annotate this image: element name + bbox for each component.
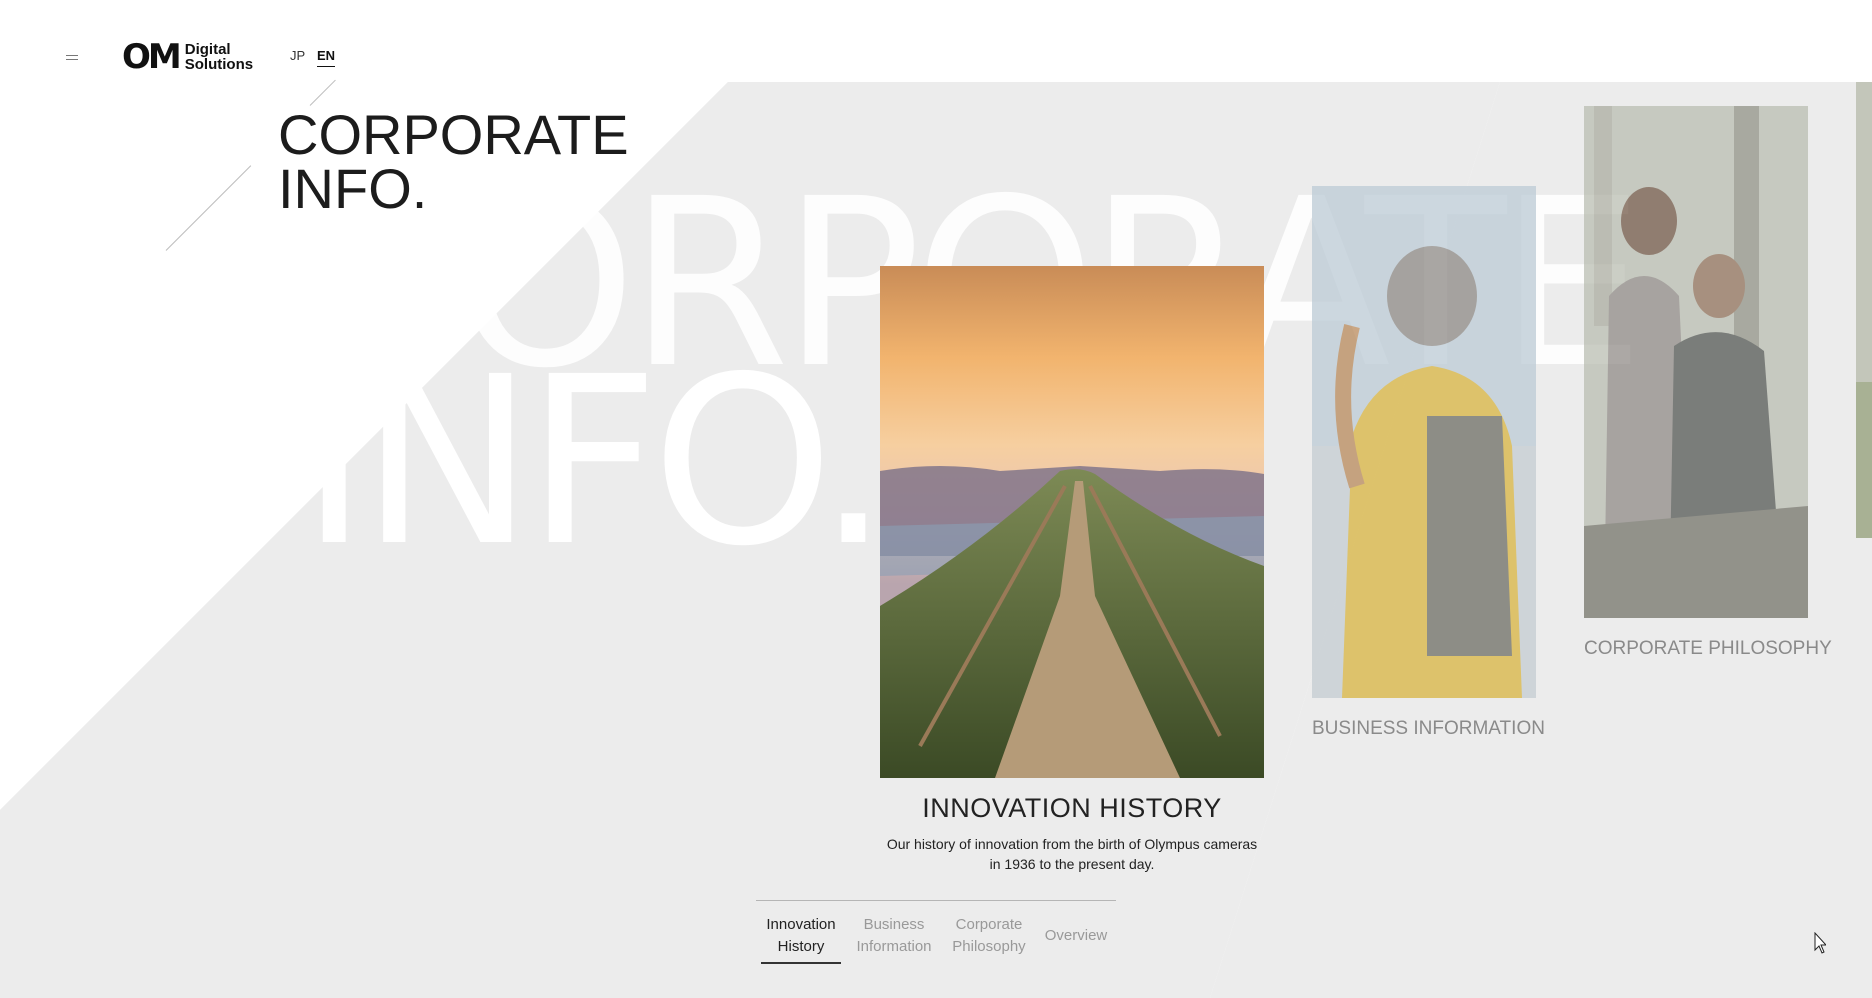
company-logo[interactable]: OM Digital Solutions <box>122 40 253 74</box>
logo-mark: OM <box>122 37 182 77</box>
watermark-text-line2: INFO. <box>300 327 890 597</box>
tab-label-line1: Corporate <box>955 916 1023 933</box>
tab-label-line1: Innovation <box>766 916 836 933</box>
logo-text-line2: Solutions <box>184 56 254 73</box>
tabs-divider <box>756 900 1116 901</box>
active-tab-indicator <box>761 962 841 964</box>
tab-corporate-philosophy[interactable]: Corporate Philosophy <box>946 914 1032 958</box>
mountain-path-image[interactable] <box>880 266 1264 778</box>
page-title-line2: INFO. <box>278 157 428 220</box>
tab-innovation-history[interactable]: Innovation History <box>760 914 842 958</box>
logo-text: Digital Solutions <box>185 42 253 72</box>
card-title-innovation-history[interactable]: INNOVATION HISTORY <box>880 793 1264 824</box>
card-title-business-information[interactable]: BUSINESS INFORMATION <box>1312 718 1545 740</box>
tab-label-line1: Overview <box>1044 927 1108 944</box>
tab-overview[interactable]: Overview <box>1040 925 1112 947</box>
tab-business-information[interactable]: Business Information <box>850 914 938 958</box>
people-smiling-image[interactable] <box>1584 106 1808 618</box>
woman-yellow-coat-image[interactable] <box>1312 186 1536 698</box>
tab-label-line2: Philosophy <box>952 938 1026 955</box>
language-en-link[interactable]: EN <box>317 48 336 67</box>
menu-icon[interactable] <box>60 50 86 64</box>
tab-label-line2: History <box>777 938 825 955</box>
card-description: Our history of innovation from the birth… <box>886 836 1258 872</box>
mouse-pointer-icon <box>1814 932 1826 954</box>
card-title-corporate-philosophy[interactable]: CORPORATE PHILOSOPHY <box>1584 638 1832 660</box>
page-title: CORPORATE INFO. <box>278 107 629 217</box>
tab-label-line1: Business <box>863 916 925 933</box>
tab-label-line2: Information <box>856 938 932 955</box>
next-card-peek-image[interactable] <box>1856 82 1872 538</box>
language-jp-link[interactable]: JP <box>290 48 305 64</box>
